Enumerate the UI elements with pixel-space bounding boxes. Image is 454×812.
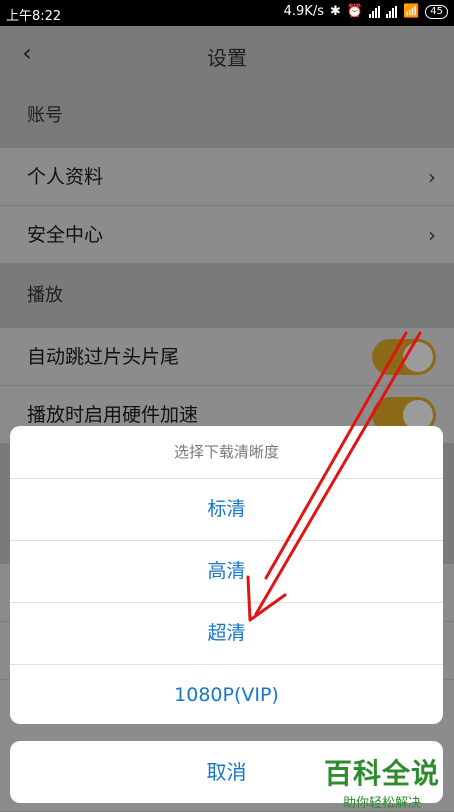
status-bar: 上午8:22 4.9K/s ✱ ⏰ 📶 45 [0,0,454,26]
section-header-play: 播放 [0,264,454,328]
row-skip-label: 自动跳过片头片尾 [27,346,180,368]
chevron-right-icon: › [428,165,436,189]
chevron-right-icon: › [428,223,436,247]
status-icons: 4.9K/s ✱ ⏰ 📶 45 [284,4,448,19]
status-time: 上午8:22 [6,9,62,24]
signal-icon [369,5,381,18]
signal-icon-2 [386,5,398,18]
row-hw-label: 播放时启用硬件加速 [27,404,199,426]
bluetooth-icon: ✱ [329,4,341,19]
option-sd[interactable]: 标清 [10,479,443,541]
watermark-sub: 助你轻松解决 [342,796,421,811]
app-bar: ‹ 设置 [0,26,454,84]
alarm-icon: ⏰ [346,4,364,19]
row-security[interactable]: 安全中心 › [0,206,454,264]
battery-icon: 45 [425,4,448,19]
skip-toggle[interactable] [372,339,436,375]
option-hd[interactable]: 高清 [10,541,443,603]
watermark-main: 百科全说 [323,757,440,790]
wifi-icon: 📶 [403,4,420,19]
option-1080p[interactable]: 1080P(VIP) [10,665,443,724]
toggle-knob [403,342,433,372]
watermark-logo: 百科全说 助你轻松解决 [324,752,440,811]
sheet-title: 选择下载清晰度 [10,426,443,479]
row-security-label: 安全中心 [27,224,104,246]
download-quality-sheet: 选择下载清晰度 标清 高清 超清 1080P(VIP) [10,426,443,724]
option-shd[interactable]: 超清 [10,603,443,665]
row-profile[interactable]: 个人资料 › [0,148,454,206]
section-header-account: 账号 [0,84,454,148]
row-skip: 自动跳过片头片尾 [0,328,454,386]
row-profile-label: 个人资料 [27,166,104,188]
page-title: 设置 [207,46,247,70]
network-speed: 4.9K/s [283,4,324,19]
